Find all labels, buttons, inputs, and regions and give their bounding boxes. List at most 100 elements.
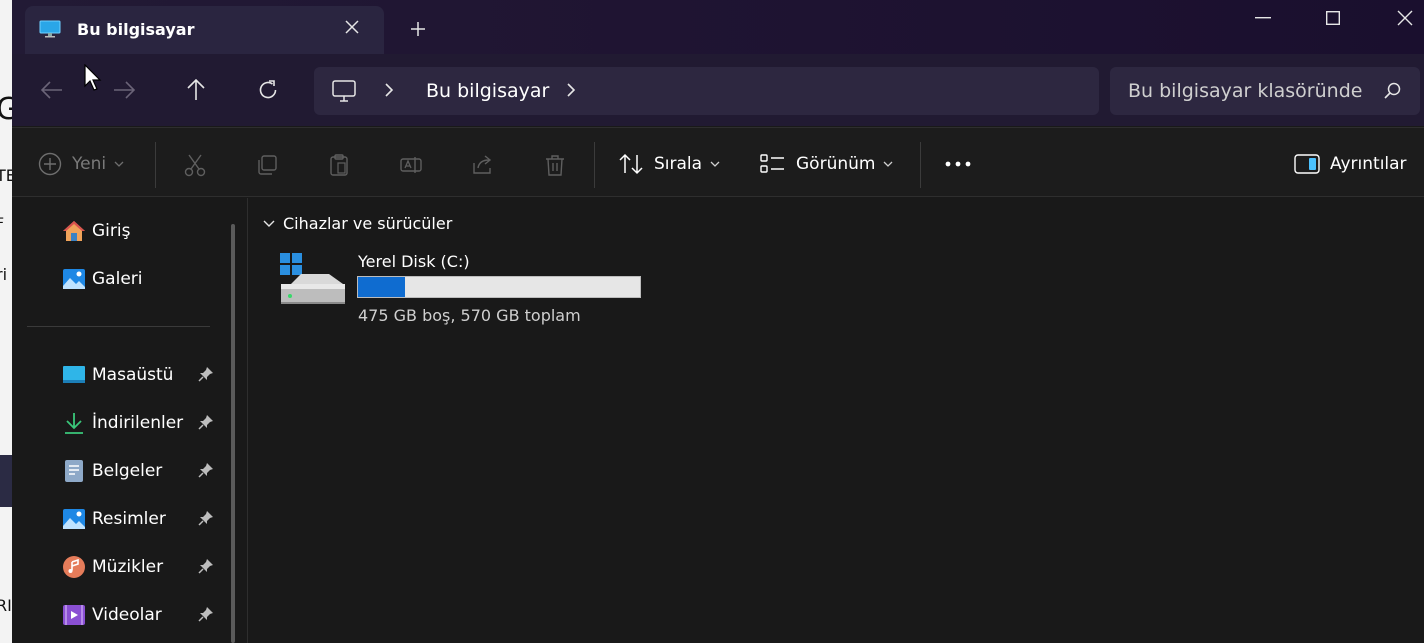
- pin-icon[interactable]: [198, 366, 214, 382]
- forward-button[interactable]: [108, 74, 140, 106]
- videos-icon: [62, 603, 86, 627]
- sidebar-item-giris[interactable]: Giriş: [62, 216, 232, 246]
- maximize-button[interactable]: [1310, 6, 1356, 30]
- minimize-button[interactable]: [1240, 6, 1286, 30]
- background-text: F: [0, 216, 5, 232]
- tab-close-button[interactable]: [341, 18, 363, 40]
- pin-icon[interactable]: [198, 462, 214, 478]
- share-icon: [473, 155, 492, 174]
- chevron-right-icon[interactable]: [384, 82, 394, 98]
- list-view-icon: [760, 154, 784, 173]
- home-icon: [62, 219, 86, 243]
- up-button[interactable]: [180, 74, 212, 106]
- sidebar-item-resimler[interactable]: Resimler: [62, 504, 232, 534]
- rename-icon: [400, 157, 422, 173]
- search-input[interactable]: [1110, 67, 1380, 115]
- command-bar: Yeni Sırala Görünüm Ayrıntılar: [12, 127, 1424, 197]
- chevron-right-icon[interactable]: [566, 82, 576, 98]
- search-icon[interactable]: [1384, 82, 1402, 100]
- more-icon: [945, 161, 971, 167]
- toolbar-separator: [920, 142, 921, 188]
- sidebar-scrollbar[interactable]: [231, 224, 235, 643]
- drive-space-info: 475 GB boş, 570 GB toplam: [358, 306, 581, 325]
- drive-name: Yerel Disk (C:): [358, 252, 470, 271]
- tab-bu-bilgisayar[interactable]: Bu bilgisayar: [25, 6, 384, 54]
- minimize-icon: [1255, 17, 1271, 19]
- background-text: ri: [0, 265, 8, 284]
- maximize-icon: [1326, 11, 1340, 25]
- sidebar-item-belgeler[interactable]: Belgeler: [62, 456, 232, 486]
- delete-button[interactable]: [542, 152, 568, 178]
- pin-icon[interactable]: [198, 606, 214, 622]
- refresh-button[interactable]: [252, 74, 284, 106]
- music-icon: [62, 555, 86, 579]
- paste-button[interactable]: [326, 152, 352, 178]
- cut-button[interactable]: [182, 152, 208, 178]
- sort-button-label: Sırala: [654, 154, 703, 174]
- sidebar-item-masaustu[interactable]: Masaüstü: [62, 360, 232, 390]
- details-pane-button[interactable]: Ayrıntılar: [1294, 150, 1407, 178]
- breadcrumb-bu-bilgisayar[interactable]: Bu bilgisayar: [426, 80, 549, 102]
- search-box[interactable]: [1110, 67, 1420, 115]
- tab-title: Bu bilgisayar: [77, 20, 195, 39]
- navigation-bar: Bu bilgisayar: [12, 54, 1424, 126]
- new-button[interactable]: Yeni: [38, 150, 124, 178]
- plus-icon: [411, 22, 425, 36]
- group-header-label: Cihazlar ve sürücüler: [283, 214, 453, 233]
- view-button[interactable]: Görünüm: [760, 150, 893, 178]
- chevron-down-icon: [114, 161, 124, 167]
- details-pane-label: Ayrıntılar: [1330, 154, 1407, 174]
- drive-item-c[interactable]: Yerel Disk (C:) 475 GB boş, 570 GB topla…: [279, 250, 659, 330]
- trash-icon: [546, 155, 564, 176]
- background-text: TE: [0, 166, 12, 185]
- new-tab-button[interactable]: [405, 16, 431, 42]
- details-pane-icon: [1294, 154, 1320, 174]
- sidebar-item-label: Galeri: [92, 269, 143, 289]
- sort-button[interactable]: Sırala: [618, 150, 720, 178]
- sidebar-item-galeri[interactable]: Galeri: [62, 264, 232, 294]
- sidebar-item-label: Videolar: [92, 605, 162, 625]
- close-icon: [345, 20, 359, 34]
- pin-icon[interactable]: [198, 510, 214, 526]
- chevron-down-icon: [883, 161, 893, 167]
- arrow-up-icon: [187, 79, 205, 100]
- more-options-button[interactable]: [944, 150, 972, 178]
- rename-button[interactable]: [398, 152, 424, 178]
- monitor-icon: [39, 20, 61, 38]
- drive-usage-bar: [357, 276, 641, 298]
- computer-icon: [332, 80, 356, 102]
- sidebar-divider: [27, 326, 210, 327]
- pin-icon[interactable]: [198, 558, 214, 574]
- group-header-devices[interactable]: Cihazlar ve sürücüler: [263, 214, 452, 233]
- downloads-icon: [62, 411, 86, 435]
- desktop-icon: [62, 363, 86, 387]
- sidebar-item-label: Masaüstü: [92, 365, 174, 385]
- sidebar-item-label: Resimler: [92, 509, 166, 529]
- navigation-pane: Giriş Galeri Masaüstü İndirilenler Belge…: [12, 198, 248, 643]
- toolbar-separator: [155, 142, 156, 188]
- chevron-down-icon: [710, 161, 720, 167]
- gallery-icon: [62, 267, 86, 291]
- background-text: RI: [0, 596, 12, 615]
- pin-icon[interactable]: [198, 414, 214, 430]
- sidebar-item-indirilenler[interactable]: İndirilenler: [62, 408, 232, 438]
- refresh-icon: [259, 80, 277, 99]
- new-button-label: Yeni: [72, 154, 107, 174]
- pictures-icon: [62, 507, 86, 531]
- arrow-left-icon: [41, 81, 62, 99]
- copy-button[interactable]: [254, 152, 280, 178]
- chevron-down-icon: [263, 220, 275, 227]
- background-text: G: [0, 92, 12, 127]
- sidebar-item-videolar[interactable]: Videolar: [62, 600, 232, 630]
- address-bar[interactable]: Bu bilgisayar: [314, 67, 1099, 115]
- view-button-label: Görünüm: [796, 154, 876, 174]
- close-window-button[interactable]: [1382, 6, 1424, 30]
- sort-icon: [619, 153, 643, 175]
- share-button[interactable]: [470, 152, 496, 178]
- back-button[interactable]: [36, 74, 68, 106]
- arrow-right-icon: [114, 81, 135, 99]
- sidebar-item-muzikler[interactable]: Müzikler: [62, 552, 232, 582]
- hard-drive-icon: [280, 253, 345, 304]
- documents-icon: [62, 459, 86, 483]
- close-icon: [1397, 10, 1413, 26]
